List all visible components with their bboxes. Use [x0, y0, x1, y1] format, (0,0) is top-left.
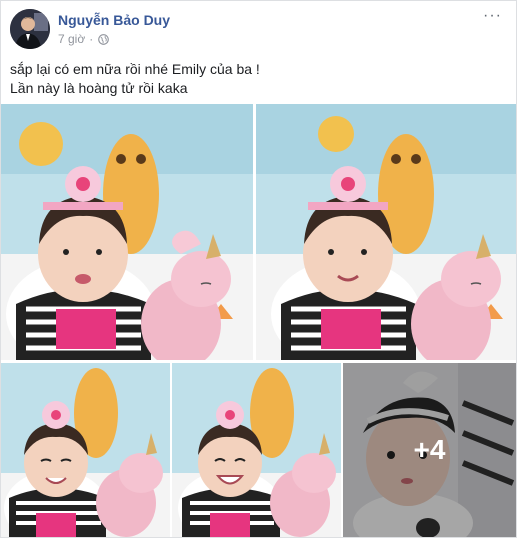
post-text: sắp lại có em nữa rồi nhé Emily của ba !…	[10, 60, 260, 98]
photo-1[interactable]	[1, 104, 253, 360]
author-name[interactable]: Nguyễn Bảo Duy	[58, 12, 170, 28]
globe-icon[interactable]	[98, 33, 110, 45]
post-meta: 7 giờ ·	[58, 32, 110, 46]
more-photos-count: +4	[413, 434, 446, 465]
meta-separator: ·	[89, 32, 94, 46]
photo-5-more[interactable]: +4	[343, 363, 516, 537]
author-avatar[interactable]	[10, 9, 50, 49]
post-time[interactable]: 7 giờ	[58, 32, 85, 46]
photo-2[interactable]	[256, 104, 516, 360]
more-photos-overlay[interactable]: +4	[343, 363, 516, 537]
facebook-post: Nguyễn Bảo Duy 7 giờ · ··· sắp lại có em…	[0, 0, 517, 538]
more-options-button[interactable]: ···	[483, 7, 502, 25]
photo-3[interactable]	[1, 363, 170, 537]
post-text-line: sắp lại có em nữa rồi nhé Emily của ba !	[10, 61, 260, 77]
post-text-line: Lần này là hoàng tử rồi kaka	[10, 80, 188, 96]
photo-4[interactable]	[172, 363, 341, 537]
